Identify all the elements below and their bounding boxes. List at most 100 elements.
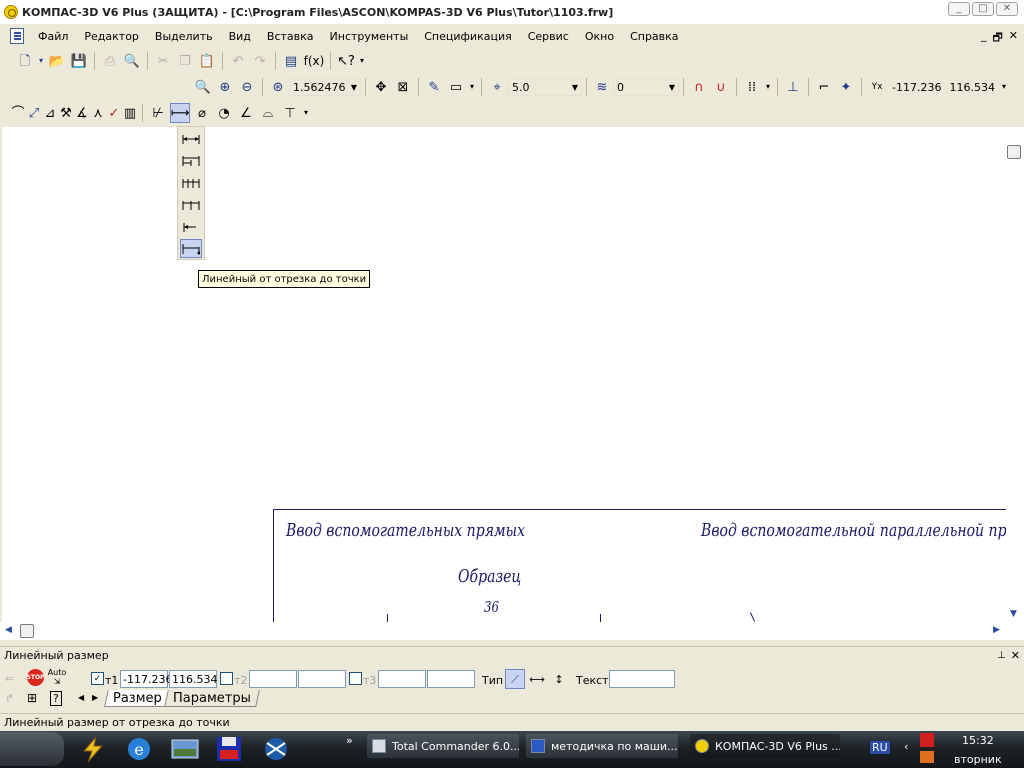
t2-y-field[interactable] — [298, 670, 346, 688]
quicklaunch-lightning-icon[interactable] — [78, 735, 108, 763]
grid-dropdown-icon[interactable]: ▾ — [764, 77, 772, 97]
menu-help[interactable]: Справка — [622, 30, 686, 43]
layer-combo[interactable]: 0 ▼ — [613, 78, 679, 96]
dim-dropdown-icon[interactable]: ▾ — [302, 103, 310, 123]
local-snap-icon[interactable]: ∪ — [711, 77, 731, 97]
t3-x-field[interactable] — [378, 670, 426, 688]
local-cs-icon[interactable]: ⊥ — [783, 77, 803, 97]
show-all-icon[interactable]: ⊠ — [393, 77, 413, 97]
linear-dimension-item[interactable] — [180, 129, 202, 148]
dimensions-icon[interactable]: ⤢ — [27, 103, 41, 123]
show-desktop-icon[interactable] — [170, 735, 200, 763]
tab-size[interactable]: Размер — [104, 690, 171, 707]
radial-dimension-icon[interactable]: ◔ — [214, 103, 234, 123]
height-mark-icon[interactable]: ⊤ — [280, 103, 300, 123]
vertical-scrollbar[interactable]: ▼ — [1006, 127, 1024, 622]
t1-checkbox[interactable]: ✓ — [91, 672, 104, 685]
copy-icon[interactable]: ❐ — [175, 51, 195, 71]
select-icon[interactable]: ✓ — [107, 103, 121, 123]
layers-icon[interactable]: ≋ — [592, 77, 612, 97]
spec-icon[interactable]: ▥ — [123, 103, 137, 123]
geometry-icon[interactable]: ⌒ — [11, 103, 25, 123]
tray-app-icon[interactable] — [920, 751, 934, 763]
linear-with-break-item[interactable] — [180, 195, 202, 214]
t2-x-field[interactable] — [249, 670, 297, 688]
tray-expand-icon[interactable]: ‹ — [904, 740, 908, 753]
menu-select[interactable]: Выделить — [147, 30, 221, 43]
close-panel-icon[interactable]: ✕ — [1011, 649, 1020, 662]
angular-dimension-icon[interactable]: ∠ — [236, 103, 256, 123]
menu-window[interactable]: Окно — [577, 30, 622, 43]
floppy-disk-icon[interactable] — [214, 735, 244, 763]
linear-segment-to-point-item[interactable] — [180, 239, 202, 258]
t1-y-field[interactable]: 116.534 — [169, 670, 218, 688]
scroll-left-icon[interactable]: ◀ — [5, 625, 12, 635]
close-button[interactable]: ✕ — [996, 2, 1018, 16]
t1-x-field[interactable]: -117.236 — [120, 670, 172, 688]
tab-next-icon[interactable]: ▶ — [92, 693, 98, 702]
pan-icon[interactable]: ✥ — [371, 77, 391, 97]
menu-view[interactable]: Вид — [221, 30, 259, 43]
scroll-right-icon[interactable]: ▶ — [993, 625, 1000, 635]
calculator-icon[interactable]: ▤ — [281, 51, 301, 71]
cursor-step-icon[interactable]: ⌖ — [487, 77, 507, 97]
diameter-dimension-icon[interactable]: ⌀ — [192, 103, 212, 123]
drawing-canvas[interactable]: Ввод вспомогательных прямых Ввод вспомог… — [2, 127, 1006, 622]
step-combo[interactable]: 5.0 ▼ — [508, 78, 582, 96]
help-icon[interactable]: ? — [50, 691, 62, 706]
language-indicator[interactable]: RU — [870, 741, 890, 754]
t3-checkbox[interactable] — [349, 672, 362, 685]
pin-icon[interactable]: ⊥ — [997, 650, 1006, 661]
menu-tools[interactable]: Инструменты — [322, 30, 417, 43]
globe-app-icon[interactable] — [261, 735, 291, 763]
params-icon[interactable]: ∡ — [75, 103, 89, 123]
symbols-icon[interactable]: ⊿ — [43, 103, 57, 123]
menu-specification[interactable]: Спецификация — [416, 30, 519, 43]
zoom-scale-icon[interactable]: ⊛ — [268, 77, 288, 97]
type-aligned-icon[interactable]: ⟋ — [505, 669, 525, 689]
menu-editor[interactable]: Редактор — [76, 30, 147, 43]
display-mode-icon[interactable]: ▭ — [446, 77, 466, 97]
new-dropdown-icon[interactable]: ▾ — [37, 51, 45, 71]
menu-insert[interactable]: Вставка — [259, 30, 322, 43]
open-folder-icon[interactable]: 📂 — [47, 51, 67, 71]
zoom-window-icon[interactable]: 🔍 — [193, 77, 213, 97]
vertical-scroll-thumb[interactable] — [1007, 145, 1021, 159]
antivirus-icon[interactable] — [920, 733, 934, 747]
task-total-commander[interactable]: Total Commander 6.0... — [367, 734, 519, 758]
zoom-in-icon[interactable]: ⊕ — [215, 77, 235, 97]
redraw-pencil-icon[interactable]: ✎ — [424, 77, 444, 97]
zoom-out-icon[interactable]: ⊖ — [237, 77, 257, 97]
cut-icon[interactable]: ✂ — [153, 51, 173, 71]
fx-variables-button[interactable]: f(x) — [303, 51, 325, 71]
undo-icon[interactable]: ↶ — [228, 51, 248, 71]
internet-explorer-icon[interactable]: e — [124, 735, 154, 763]
grid-icon[interactable]: ⁞⁞ — [742, 77, 762, 97]
linear-dimension-icon[interactable]: ⟼ — [170, 103, 190, 123]
print-preview-icon[interactable]: 🔍 — [122, 51, 142, 71]
horizontal-scroll-thumb[interactable] — [20, 624, 34, 638]
document-icon[interactable] — [10, 28, 24, 44]
doc-close-button[interactable]: ✕ — [1009, 29, 1018, 48]
type-horizontal-icon[interactable]: ⟷ — [527, 669, 547, 689]
task-kompas[interactable]: КОМПАС-3D V6 Plus ... — [690, 734, 840, 758]
task-word-document[interactable]: методичка по маши... — [526, 734, 678, 758]
display-dropdown-icon[interactable]: ▾ — [468, 77, 476, 97]
tab-prev-icon[interactable]: ◀ — [78, 693, 84, 702]
measure-icon[interactable]: ⋏ — [91, 103, 105, 123]
stop-button[interactable]: STOP — [27, 669, 44, 686]
minimize-button[interactable]: _ — [948, 2, 970, 16]
doc-restore-button[interactable]: 🗗 — [992, 29, 1002, 48]
snap-magnet-icon[interactable]: ∩ — [689, 77, 709, 97]
print-icon[interactable]: ⎙ — [100, 51, 120, 71]
maximize-button[interactable]: □ — [972, 2, 994, 16]
auto-dimension-icon[interactable]: ⊬ — [148, 103, 168, 123]
t2-checkbox[interactable] — [220, 672, 233, 685]
create-object-icon[interactable]: ↱ — [5, 692, 14, 705]
doc-minimize-button[interactable]: _ — [981, 29, 987, 48]
type-vertical-icon[interactable]: ↕ — [549, 669, 569, 689]
round-coords-icon[interactable]: ✦ — [836, 77, 856, 97]
ortho-icon[interactable]: ⌐ — [814, 77, 834, 97]
linear-chain-item[interactable] — [180, 173, 202, 192]
redo-icon[interactable]: ↷ — [250, 51, 270, 71]
